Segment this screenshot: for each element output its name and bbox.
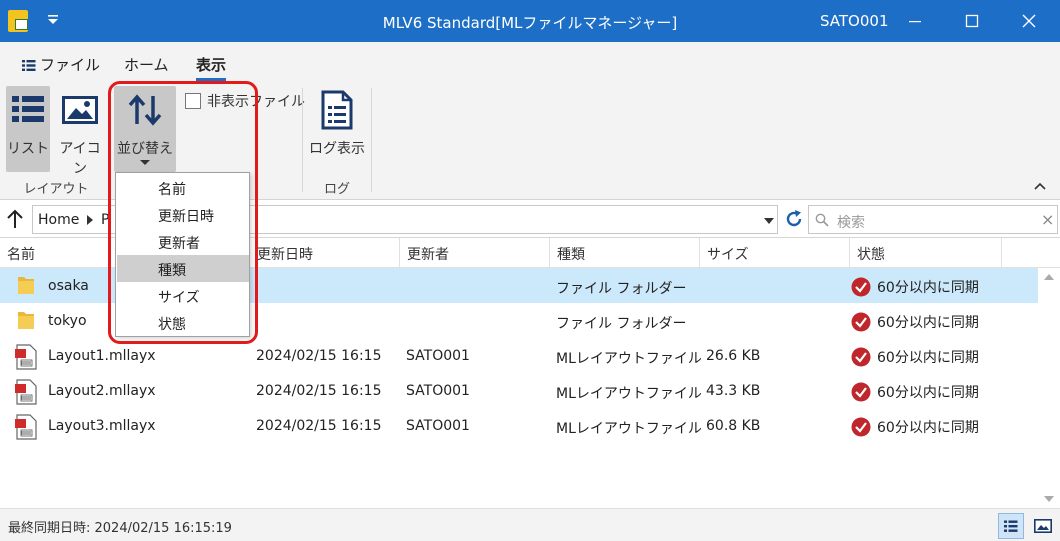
layout-file-icon <box>15 344 37 370</box>
image-icon <box>62 96 98 124</box>
column-modified[interactable]: 更新日時 <box>250 238 400 268</box>
ribbon-group-separator <box>302 88 303 192</box>
list-view-icon <box>12 96 44 122</box>
check-circle-icon <box>851 277 871 297</box>
maximize-icon <box>965 14 979 28</box>
search-placeholder: 検索 <box>837 215 865 231</box>
scroll-down-icon[interactable] <box>1044 496 1054 502</box>
file-modified: 2024/02/15 16:15 <box>256 383 382 399</box>
file-name: osaka <box>48 278 89 294</box>
column-size[interactable]: サイズ <box>700 238 850 268</box>
file-size: 43.3 KB <box>706 383 761 399</box>
path-dropdown-icon[interactable] <box>764 218 774 224</box>
log-view-button[interactable]: ログ表示 <box>308 86 366 172</box>
image-icon <box>1034 519 1052 533</box>
file-modified-by: SATO001 <box>406 418 470 434</box>
file-status: 60分以内に同期 <box>877 315 979 331</box>
file-size: 60.8 KB <box>706 418 761 434</box>
check-circle-icon <box>851 312 871 332</box>
current-user: SATO001 <box>820 12 889 30</box>
layout-file-icon <box>15 379 37 405</box>
ribbon-tabs: ファイル ホーム 表示 <box>0 42 1060 82</box>
group-label-log: ログ <box>323 182 350 197</box>
file-status: 60分以内に同期 <box>877 420 979 436</box>
status-bar: 最終同期日時: 2024/02/15 16:15:19 <box>0 508 1060 541</box>
icon-view-button[interactable]: アイコン <box>54 86 106 177</box>
list-view-label: リスト <box>7 141 49 157</box>
clear-search-icon[interactable]: × <box>1041 210 1054 229</box>
title-bar: MLV6 Standard[MLファイルマネージャー] SATO001 <box>0 0 1060 42</box>
file-size: 26.6 KB <box>706 348 761 364</box>
document-icon <box>321 90 353 130</box>
file-status: 60分以内に同期 <box>877 280 979 296</box>
log-view-label: ログ表示 <box>309 141 365 157</box>
search-icon <box>815 213 829 227</box>
file-status: 60分以内に同期 <box>877 385 979 401</box>
file-type: MLレイアウトファイル <box>556 386 702 402</box>
minimize-icon <box>909 21 921 23</box>
minimize-button[interactable] <box>888 0 942 42</box>
scroll-up-icon[interactable] <box>1044 274 1054 280</box>
file-modified-by: SATO001 <box>406 383 470 399</box>
group-label-layout: レイアウト <box>23 182 89 197</box>
tab-file[interactable]: ファイル <box>22 54 100 75</box>
list-view-toggle[interactable] <box>998 513 1024 539</box>
ribbon-group-separator <box>371 88 372 192</box>
folder-icon <box>18 277 34 294</box>
tab-view[interactable]: 表示 <box>196 54 227 81</box>
chevron-right-icon <box>87 215 93 225</box>
file-name: Layout3.mllayx <box>48 418 156 434</box>
maximize-button[interactable] <box>945 0 999 42</box>
column-modified-by[interactable]: 更新者 <box>400 238 550 268</box>
icon-view-label: アイコン <box>59 141 101 177</box>
file-status: 60分以内に同期 <box>877 350 979 366</box>
check-circle-icon <box>851 417 871 437</box>
last-sync-text: 最終同期日時: 2024/02/15 16:15:19 <box>8 521 232 536</box>
file-name: Layout1.mllayx <box>48 348 156 364</box>
icon-view-toggle[interactable] <box>1030 513 1056 539</box>
file-modified: 2024/02/15 16:15 <box>256 418 382 434</box>
check-circle-icon <box>851 347 871 367</box>
file-name: tokyo <box>48 313 87 329</box>
file-type: MLレイアウトファイル <box>556 421 702 437</box>
list-view-icon <box>1004 520 1018 532</box>
close-button[interactable] <box>1002 0 1056 42</box>
file-modified: 2024/02/15 16:15 <box>256 348 382 364</box>
layout-file-icon <box>15 414 37 440</box>
column-status[interactable]: 状態 <box>850 238 1002 268</box>
chevron-up-icon[interactable] <box>1034 182 1046 190</box>
tab-file-label: ファイル <box>40 56 101 74</box>
search-input[interactable]: 検索 × <box>808 205 1058 234</box>
arrow-up-icon[interactable] <box>6 209 24 229</box>
tab-home[interactable]: ホーム <box>124 54 169 75</box>
file-modified-by: SATO001 <box>406 348 470 364</box>
file-name: Layout2.mllayx <box>48 383 156 399</box>
table-row[interactable]: Layout3.mllayx 2024/02/15 16:15 SATO001 … <box>0 408 1038 443</box>
folder-icon <box>18 312 34 329</box>
column-type[interactable]: 種類 <box>550 238 700 268</box>
vertical-scrollbar[interactable] <box>1038 268 1060 508</box>
breadcrumb-home[interactable]: Home <box>38 212 79 228</box>
list-icon <box>22 60 36 71</box>
file-type: MLレイアウトファイル <box>556 351 702 367</box>
check-circle-icon <box>851 382 871 402</box>
file-type: ファイル フォルダー <box>556 316 687 332</box>
refresh-icon[interactable] <box>784 209 804 229</box>
annotation-highlight-box <box>108 81 258 344</box>
close-icon <box>1022 14 1036 28</box>
list-view-button[interactable]: リスト <box>6 86 50 172</box>
file-type: ファイル フォルダー <box>556 281 687 297</box>
table-row[interactable]: Layout2.mllayx 2024/02/15 16:15 SATO001 … <box>0 373 1038 408</box>
